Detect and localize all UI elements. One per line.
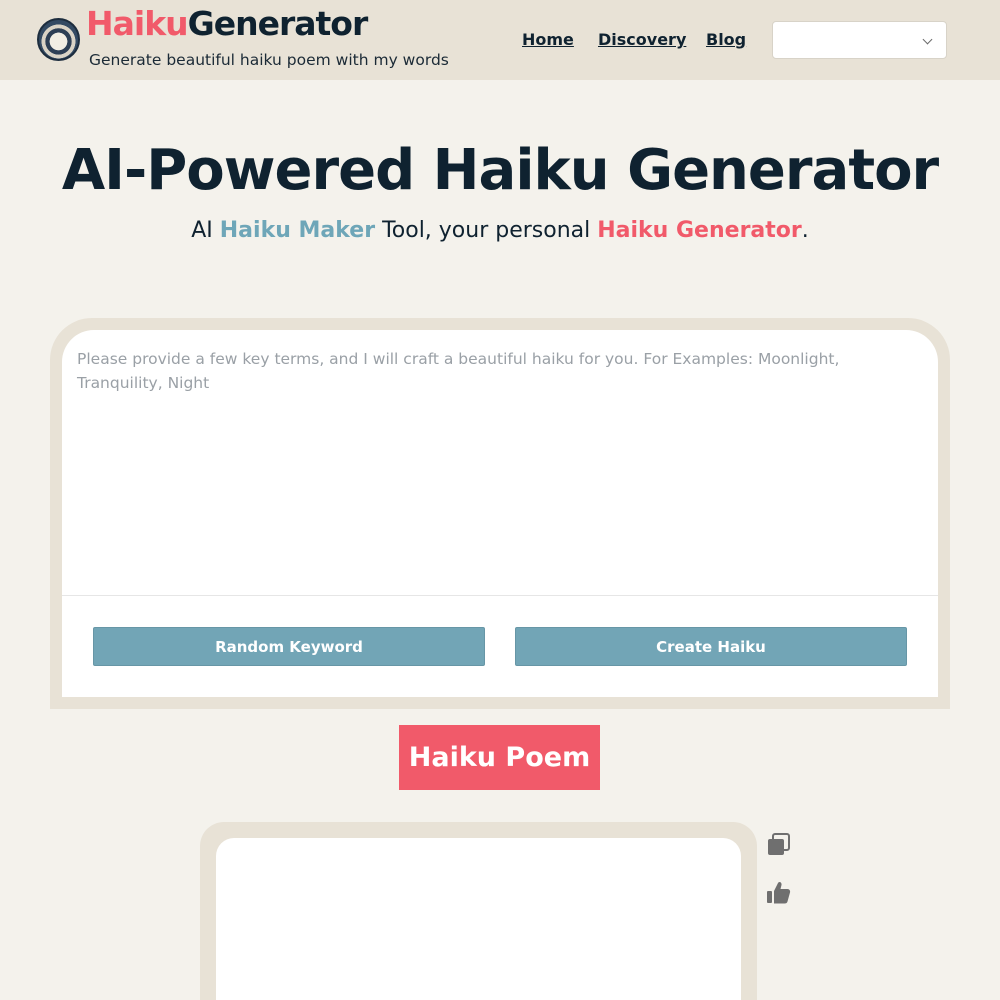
nav-discovery-link[interactable]: Discovery <box>598 30 686 49</box>
site-header: HaikuGenerator Generate beautiful haiku … <box>0 0 1000 80</box>
tagline: Generate beautiful haiku poem with my wo… <box>89 51 449 69</box>
brand-logo-text[interactable]: HaikuGenerator <box>86 4 369 46</box>
nav-home-link[interactable]: Home <box>522 30 574 49</box>
random-keyword-button[interactable]: Random Keyword <box>93 627 485 666</box>
subtitle-highlight-haiku-maker: Haiku Maker <box>219 218 376 243</box>
nav-blog-link[interactable]: Blog <box>706 30 746 49</box>
haiku-wave-logo-icon[interactable] <box>37 18 80 61</box>
chevron-down-icon <box>922 34 933 45</box>
poem-output <box>216 838 741 1000</box>
language-select[interactable] <box>772 21 947 59</box>
brand-part-generator: Generator <box>187 4 369 43</box>
subtitle-text-2: Tool, your personal <box>375 218 598 243</box>
keywords-input[interactable] <box>62 330 938 595</box>
brand-part-haiku: Haiku <box>86 4 189 43</box>
subtitle-text-3: . <box>801 218 809 243</box>
haiku-poem-heading: Haiku Poem <box>399 725 600 790</box>
copy-icon[interactable] <box>766 832 792 858</box>
subtitle-text-1: AI <box>191 218 220 243</box>
input-divider <box>62 595 938 596</box>
create-haiku-button[interactable]: Create Haiku <box>515 627 907 666</box>
page-title: AI-Powered Haiku Generator <box>61 138 939 203</box>
thumbs-up-icon[interactable] <box>766 880 792 906</box>
page-subtitle: AI Haiku Maker Tool, your personal Haiku… <box>0 218 1000 243</box>
subtitle-highlight-haiku-generator: Haiku Generator <box>597 218 802 243</box>
